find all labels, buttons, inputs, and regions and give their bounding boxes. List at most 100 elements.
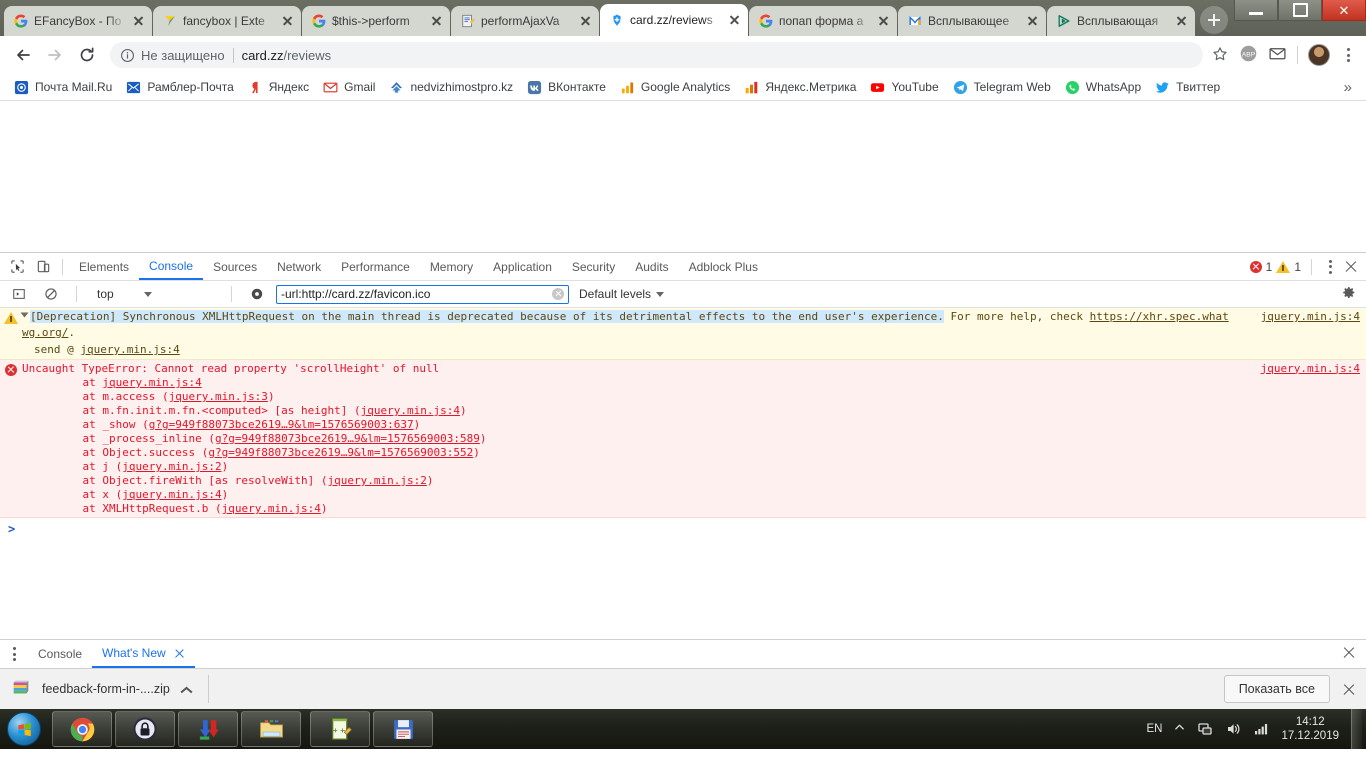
devtools-tab-console[interactable]: Console [139, 253, 204, 280]
close-tab-icon[interactable] [877, 14, 891, 28]
browser-tab[interactable]: EFancyBox - По [4, 6, 152, 36]
close-tab-icon[interactable] [1175, 14, 1189, 28]
chrome-taskbar-icon[interactable] [52, 711, 112, 747]
close-devtools-icon[interactable] [1342, 258, 1360, 276]
bookmark-item[interactable]: Яндекс [242, 77, 315, 98]
site-info-button[interactable]: Не защищено [120, 48, 225, 63]
stack-line-link[interactable]: jquery.min.js:3 [169, 390, 268, 403]
notepadpp-taskbar-icon[interactable]: + + [310, 711, 370, 747]
close-drawer-icon[interactable] [1340, 644, 1366, 665]
show-desktop-button[interactable] [1351, 709, 1362, 749]
inspect-element-icon[interactable] [4, 255, 30, 279]
stack-line-link[interactable]: jquery.min.js:2 [122, 460, 221, 473]
browser-tab[interactable]: card.zz/reviews [600, 4, 748, 36]
close-tab-icon[interactable] [430, 14, 444, 28]
address-bar[interactable]: Не защищено card.zz/reviews [110, 42, 1203, 68]
expand-arrow-icon[interactable] [20, 312, 29, 318]
device-toolbar-icon[interactable] [30, 255, 56, 279]
signal-tray-icon[interactable] [1253, 721, 1269, 737]
context-selector[interactable]: top [89, 285, 219, 303]
browser-tab[interactable]: $this->perform [302, 6, 450, 36]
browser-tab[interactable]: fancybox | Exte [153, 6, 301, 36]
log-levels-dropdown[interactable]: Default levels [575, 287, 665, 301]
forward-button[interactable] [40, 40, 70, 70]
devtools-tab-adblock-plus[interactable]: Adblock Plus [679, 254, 768, 280]
close-tab-icon[interactable] [728, 13, 742, 27]
back-button[interactable] [8, 40, 38, 70]
devtools-tab-sources[interactable]: Sources [203, 254, 267, 280]
stack-line-link[interactable]: jquery.min.js:4 [222, 502, 321, 515]
stack-line-link[interactable]: jquery.min.js:4 [361, 404, 460, 417]
show-all-downloads-button[interactable]: Показать все [1223, 675, 1330, 703]
close-downloads-icon[interactable] [1342, 682, 1356, 696]
adblock-plus-icon[interactable]: ABP [1239, 44, 1258, 66]
devtools-tab-performance[interactable]: Performance [331, 254, 420, 280]
browser-tab[interactable]: попап форма a [749, 6, 897, 36]
new-tab-button[interactable] [1200, 6, 1228, 34]
bookmark-item[interactable]: YouTube [864, 77, 944, 98]
browser-tab[interactable]: Всплывающее [898, 6, 1046, 36]
bookmark-item[interactable]: Почта Mail.Ru [8, 77, 118, 98]
stack-line-link[interactable]: jquery.min.js:4 [102, 376, 201, 389]
close-tab-icon[interactable] [1026, 14, 1040, 28]
stack-line-link[interactable]: g?g=949f88073bce2619…9&lm=1576569003:637 [149, 418, 414, 431]
bookmark-item[interactable]: nedvizhimostpro.kz [383, 77, 519, 98]
bookmark-star-icon[interactable] [1211, 45, 1229, 66]
download-item[interactable]: feedback-form-in-....zip [10, 675, 209, 703]
close-tab-icon[interactable] [132, 14, 146, 28]
console-warning-message[interactable]: [Deprecation] Synchronous XMLHttpRequest… [0, 308, 1366, 360]
close-window-button[interactable]: ✕ [1322, 0, 1366, 21]
browser-tab[interactable]: Всплывающая [1047, 6, 1195, 36]
devtools-tab-elements[interactable]: Elements [69, 254, 139, 280]
drawer-tab-console[interactable]: Console [28, 641, 92, 668]
volume-tray-icon[interactable] [1225, 721, 1241, 737]
devtools-tab-application[interactable]: Application [483, 254, 562, 280]
console-output[interactable]: [Deprecation] Synchronous XMLHttpRequest… [0, 308, 1366, 639]
stack-line-link[interactable]: jquery.min.js:2 [328, 474, 427, 487]
bookmark-item[interactable]: ВКонтакте [521, 77, 612, 98]
console-settings-icon[interactable] [1341, 285, 1360, 303]
warning-stack-link[interactable]: jquery.min.js:4 [80, 343, 179, 356]
stack-line-link[interactable]: g?g=949f88073bce2619…9&lm=1576569003:552 [208, 446, 473, 459]
bookmark-item[interactable]: Твиттер [1149, 77, 1226, 98]
editor64-taskbar-icon[interactable] [373, 711, 433, 747]
close-drawer-tab-icon[interactable] [174, 648, 185, 659]
devtools-more-icon[interactable] [1322, 259, 1338, 274]
close-tab-icon[interactable] [281, 14, 295, 28]
close-tab-icon[interactable] [579, 14, 593, 28]
page-viewport[interactable] [0, 101, 1366, 252]
filemanager-taskbar-icon[interactable] [241, 711, 301, 747]
warning-count-badge[interactable]: 1 [1276, 260, 1301, 274]
devtools-tab-audits[interactable]: Audits [625, 254, 678, 280]
show-hidden-icons[interactable] [1174, 722, 1185, 736]
drawer-menu-icon[interactable] [6, 647, 22, 661]
avatar[interactable] [1308, 44, 1330, 66]
bookmark-item[interactable]: Яндекс.Метрика [738, 77, 862, 98]
bookmark-item[interactable]: Рамблер-Почта [120, 77, 239, 98]
browser-tab[interactable]: performAjaxVa [451, 6, 599, 36]
clear-filter-icon[interactable] [552, 288, 564, 300]
chevron-up-icon[interactable] [180, 682, 194, 696]
bookmarks-overflow-icon[interactable]: » [1338, 79, 1358, 96]
warning-link[interactable]: https://xhr.spec.what [1090, 310, 1229, 323]
warning-link-wrap[interactable]: wg.org/ [22, 326, 68, 339]
stack-line-link[interactable]: jquery.min.js:4 [122, 488, 221, 501]
taskbar-clock[interactable]: 14:12 17.12.2019 [1281, 715, 1339, 743]
live-expression-icon[interactable] [244, 282, 270, 306]
console-filter-input[interactable]: -url:http://card.zz/favicon.ico [276, 284, 569, 304]
reload-button[interactable] [72, 40, 102, 70]
devtools-tab-network[interactable]: Network [267, 254, 331, 280]
bookmark-item[interactable]: Telegram Web [947, 77, 1057, 98]
bookmark-item[interactable]: Gmail [317, 77, 381, 98]
network-tray-icon[interactable] [1197, 721, 1213, 737]
minimize-button[interactable] [1234, 0, 1278, 21]
language-indicator[interactable]: EN [1146, 723, 1162, 735]
keepass-taskbar-icon[interactable] [115, 711, 175, 747]
start-button[interactable] [0, 710, 48, 748]
maximize-button[interactable] [1278, 0, 1322, 21]
execution-context-icon[interactable] [6, 282, 32, 306]
stack-line-link[interactable]: g?g=949f88073bce2619…9&lm=1576569003:589 [215, 432, 480, 445]
downloader-taskbar-icon[interactable] [178, 711, 238, 747]
drawer-tab-what-s-new[interactable]: What's New [92, 640, 195, 668]
clear-console-icon[interactable] [38, 282, 64, 306]
